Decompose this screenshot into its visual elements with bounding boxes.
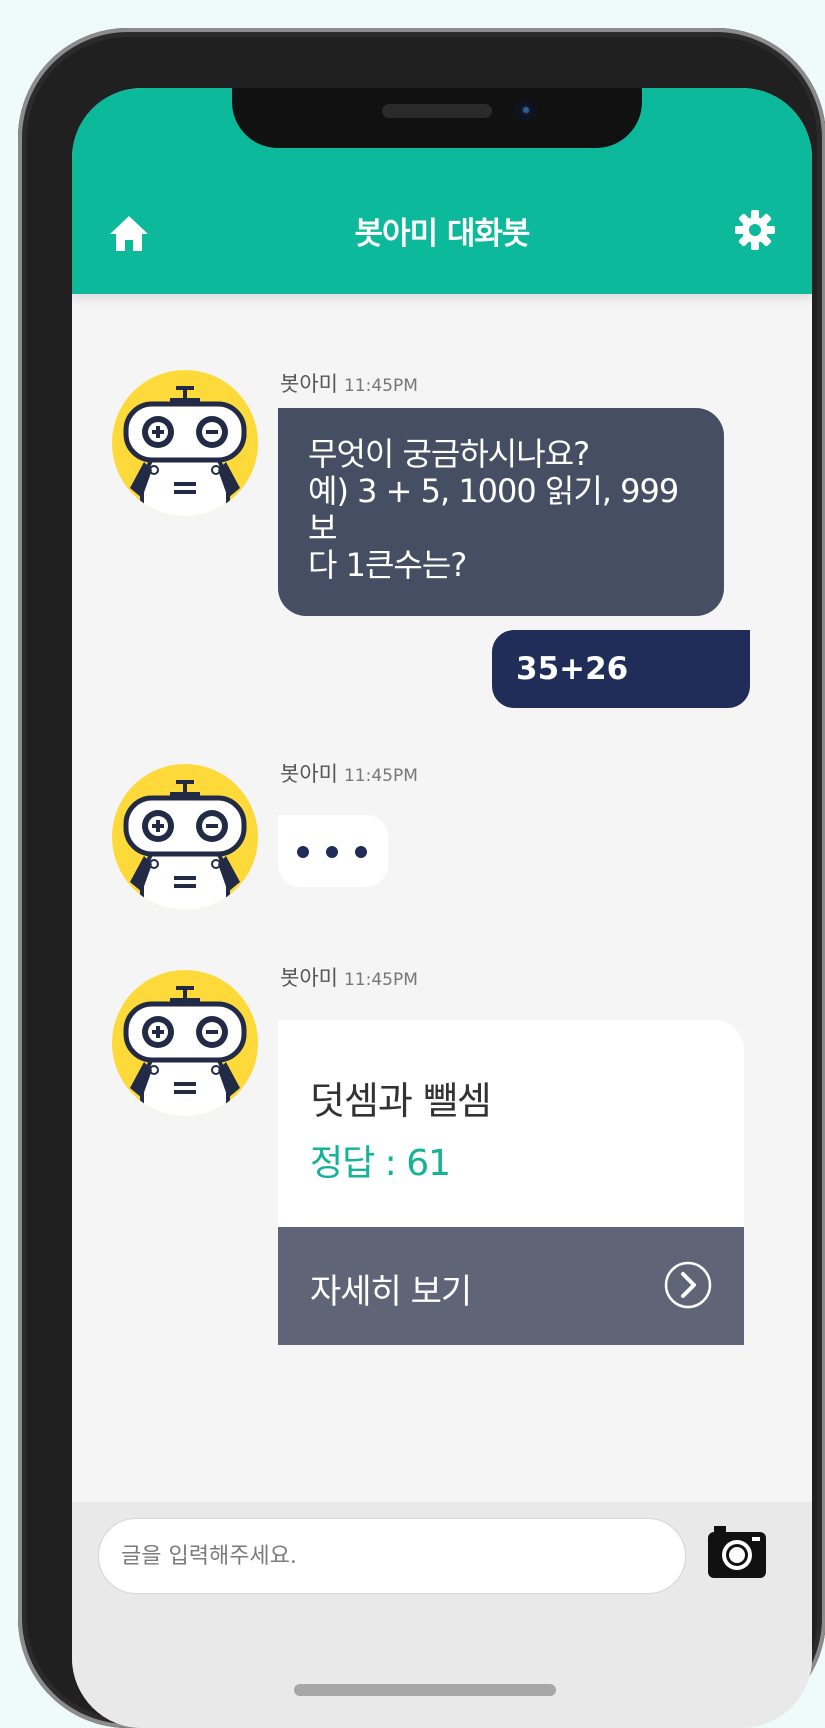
message-input[interactable] — [98, 1518, 686, 1594]
bot-avatar — [112, 970, 258, 1116]
sender-name: 봇아미 — [280, 762, 338, 786]
typing-dot — [297, 846, 309, 858]
bot-avatar — [112, 370, 258, 516]
user-message-bubble: 35+26 — [492, 630, 750, 708]
message-line: 다 1큰수는? — [308, 546, 467, 584]
robot-avatar-icon — [112, 764, 258, 910]
front-camera — [515, 99, 537, 121]
chevron-right-circle-icon — [664, 1261, 712, 1309]
settings-button[interactable] — [734, 209, 776, 251]
app-screen: 봇아미 대화봇 봇아미 11:45PM 무엇이 궁금하시나요? 예) 3 + 5… — [72, 88, 812, 1728]
message-meta: 봇아미 11:45PM — [280, 758, 418, 788]
phone-frame: 봇아미 대화봇 봇아미 11:45PM 무엇이 궁금하시나요? 예) 3 + 5… — [18, 28, 825, 1728]
sender-name: 봇아미 — [280, 372, 338, 396]
message-time: 11:45PM — [343, 376, 418, 396]
message-time: 11:45PM — [343, 970, 418, 990]
typing-dot — [326, 846, 338, 858]
camera-icon — [708, 1526, 766, 1578]
page-title: 봇아미 대화봇 — [354, 216, 531, 252]
bot-avatar — [112, 764, 258, 910]
card-title: 덧셈과 뺄셈 — [310, 1079, 492, 1123]
home-indicator — [294, 1684, 556, 1696]
view-details-button[interactable]: 자세히 보기 — [278, 1227, 744, 1345]
message-meta: 봇아미 11:45PM — [280, 962, 418, 992]
phone-notch — [232, 88, 642, 148]
sender-name: 봇아미 — [280, 966, 338, 990]
speaker-grille — [382, 104, 492, 118]
bot-message-bubble: 무엇이 궁금하시나요? 예) 3 + 5, 1000 읽기, 999보 다 1큰… — [278, 408, 724, 616]
card-answer: 정답 : 61 — [310, 1143, 451, 1184]
gear-icon — [735, 210, 775, 250]
camera-button[interactable] — [706, 1524, 768, 1582]
robot-avatar-icon — [112, 970, 258, 1116]
message-line: 예) 3 + 5, 1000 읽기, 999보 — [308, 472, 679, 547]
app-header: 봇아미 대화봇 — [72, 88, 812, 294]
view-details-label: 자세히 보기 — [310, 1272, 472, 1312]
message-meta: 봇아미 11:45PM — [280, 368, 418, 398]
message-line: 무엇이 궁금하시나요? — [308, 435, 590, 473]
message-time: 11:45PM — [343, 766, 418, 786]
typing-dot — [355, 846, 367, 858]
typing-indicator — [278, 815, 388, 887]
robot-avatar-icon — [112, 370, 258, 516]
answer-card: 덧셈과 뺄셈 정답 : 61 자세히 보기 — [278, 1020, 744, 1345]
